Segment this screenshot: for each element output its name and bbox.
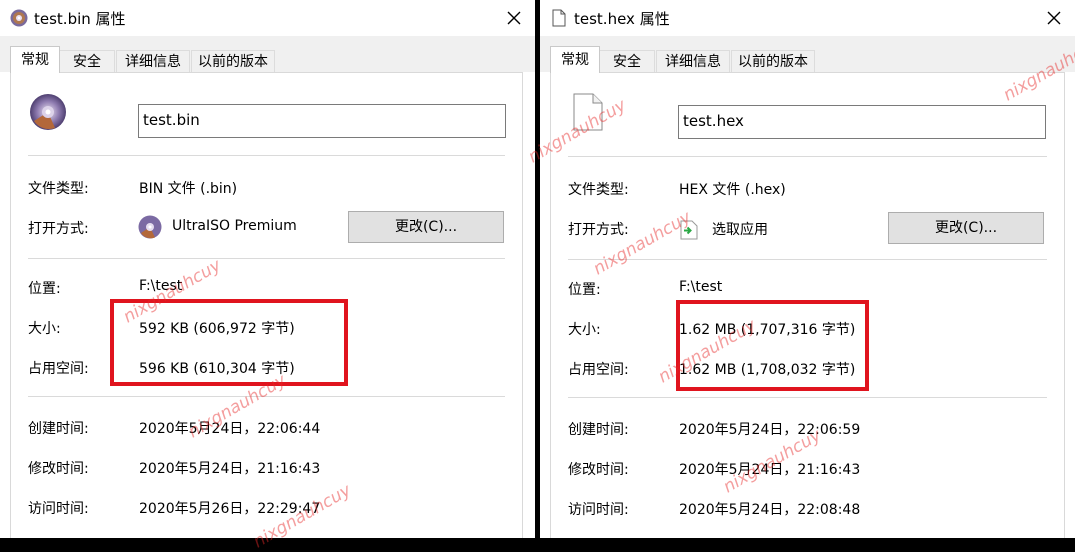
tab-security[interactable]: 安全 — [59, 50, 115, 72]
general-panel: test.hex 文件类型: HEX 文件 (.hex) 打开方式: 选取应用 … — [550, 72, 1065, 538]
disc-icon — [30, 94, 66, 130]
modified-value: 2020年5月24日，21:16:43 — [679, 462, 861, 478]
modified-label: 修改时间: — [28, 461, 89, 477]
divider — [28, 258, 505, 259]
accessed-value: 2020年5月26日，22:29:47 — [139, 501, 321, 517]
properties-dialog-right: test.hex 属性 常规 安全 详细信息 以前的版本 test.hex 文件… — [540, 0, 1075, 538]
tab-previous-versions[interactable]: 以前的版本 — [731, 50, 815, 72]
tab-general[interactable]: 常规 — [10, 46, 60, 73]
file-type-label: 文件类型: — [568, 182, 629, 198]
window-title: test.hex 属性 — [574, 10, 670, 28]
size-on-disk-label: 占用空间: — [28, 361, 89, 377]
created-value: 2020年5月24日，22:06:59 — [679, 422, 861, 438]
file-type-value: HEX 文件 (.hex) — [679, 182, 786, 198]
created-label: 创建时间: — [28, 421, 89, 437]
accessed-value: 2020年5月24日，22:08:48 — [679, 502, 861, 518]
window-title: test.bin 属性 — [34, 10, 126, 28]
divider — [28, 155, 505, 156]
divider — [568, 397, 1047, 398]
blank-file-icon — [573, 93, 603, 131]
accessed-label: 访问时间: — [28, 501, 89, 517]
close-button[interactable] — [1039, 3, 1069, 33]
close-icon — [507, 11, 521, 25]
tab-strip: 常规 安全 详细信息 以前的版本 — [540, 36, 1075, 73]
size-value: 1.62 MB (1,707,316 字节) — [679, 322, 856, 338]
divider — [568, 156, 1047, 157]
location-label: 位置: — [28, 281, 61, 297]
titlebar: test.bin 属性 — [0, 0, 535, 36]
size-value: 592 KB (606,972 字节) — [139, 321, 295, 337]
divider — [28, 396, 505, 397]
size-label: 大小: — [568, 322, 601, 338]
change-button[interactable]: 更改(C)... — [888, 212, 1044, 244]
size-label: 大小: — [28, 321, 61, 337]
ultraiso-disc-icon — [138, 215, 162, 239]
created-label: 创建时间: — [568, 422, 629, 438]
divider — [568, 259, 1047, 260]
tab-general[interactable]: 常规 — [550, 46, 600, 73]
size-on-disk-label: 占用空间: — [568, 362, 629, 378]
filename-field[interactable]: test.bin — [138, 104, 506, 138]
modified-label: 修改时间: — [568, 462, 629, 478]
close-button[interactable] — [499, 3, 529, 33]
location-label: 位置: — [568, 282, 601, 298]
close-icon — [1047, 11, 1061, 25]
size-on-disk-value: 596 KB (610,304 字节) — [139, 361, 295, 377]
properties-dialog-left: test.bin 属性 常规 安全 详细信息 以前的版本 test.bin 文件… — [0, 0, 535, 538]
opens-with-value: 选取应用 — [712, 222, 768, 238]
created-value: 2020年5月24日，22:06:44 — [139, 421, 321, 437]
modified-value: 2020年5月24日，21:16:43 — [139, 461, 321, 477]
opens-with-value: UltraISO Premium — [172, 218, 297, 234]
accessed-label: 访问时间: — [568, 502, 629, 518]
filename-field[interactable]: test.hex — [678, 105, 1046, 139]
general-panel: test.bin 文件类型: BIN 文件 (.bin) 打开方式: Ultra… — [10, 72, 523, 538]
location-value: F:\test — [679, 279, 723, 295]
tab-strip: 常规 安全 详细信息 以前的版本 — [0, 36, 535, 73]
titlebar: test.hex 属性 — [540, 0, 1075, 36]
tab-details[interactable]: 详细信息 — [656, 50, 730, 72]
change-button[interactable]: 更改(C)... — [348, 211, 504, 243]
blank-file-icon — [552, 9, 566, 27]
pick-app-icon — [680, 220, 698, 240]
opens-with-label: 打开方式: — [568, 222, 629, 238]
size-on-disk-value: 1.62 MB (1,708,032 字节) — [679, 362, 856, 378]
file-type-label: 文件类型: — [28, 181, 89, 197]
opens-with-label: 打开方式: — [28, 221, 89, 237]
location-value: F:\test — [139, 278, 183, 294]
tab-details[interactable]: 详细信息 — [116, 50, 190, 72]
tab-security[interactable]: 安全 — [599, 50, 655, 72]
file-type-value: BIN 文件 (.bin) — [139, 181, 238, 197]
disc-icon — [10, 9, 28, 27]
tab-previous-versions[interactable]: 以前的版本 — [191, 50, 275, 72]
